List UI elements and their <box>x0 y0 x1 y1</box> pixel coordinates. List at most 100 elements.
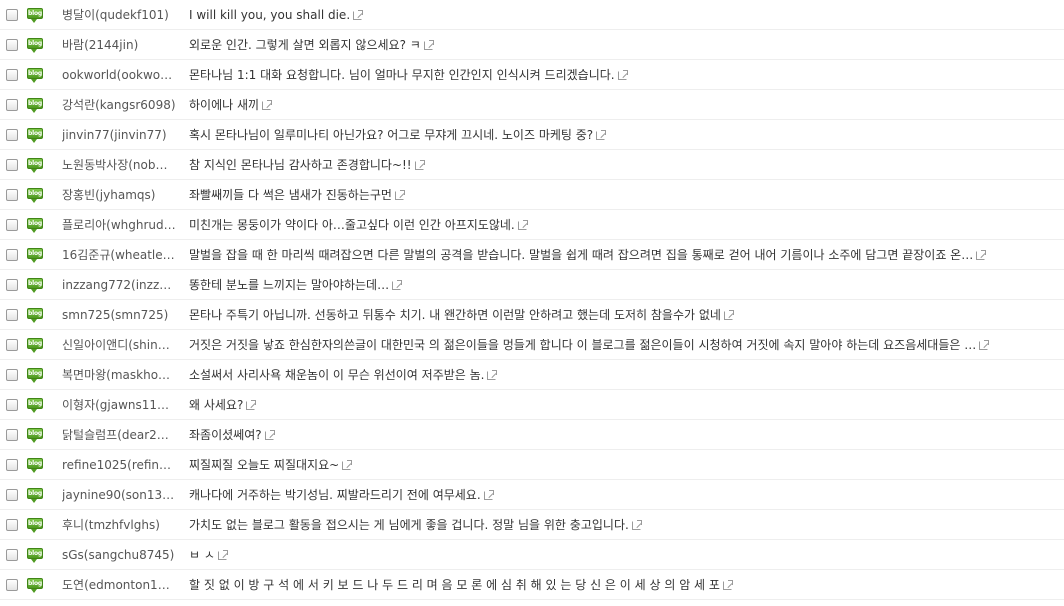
external-link-icon[interactable] <box>262 99 273 110</box>
list-item: blog inzzang772(inzza… 똥한테 분노를 느끼지는 말아야하는데… <box>0 270 1064 300</box>
select-checkbox[interactable] <box>6 159 18 171</box>
comment: 미친개는 몽둥이가 약이다 아…줄고싶다 이런 인간 아프지도않네. <box>189 218 528 232</box>
blog-icon[interactable]: blog <box>27 188 43 203</box>
comment-text: 외로운 인간. 그렇게 살면 외롭지 않으세요? ㅋ <box>189 38 421 52</box>
commenter-name-link[interactable]: 도연(edmonton10… <box>62 578 177 592</box>
external-link-icon[interactable] <box>264 429 275 440</box>
comment-text: 왜 사세요? <box>189 398 244 412</box>
select-checkbox[interactable] <box>6 279 18 291</box>
external-link-icon[interactable] <box>722 579 733 590</box>
blog-icon[interactable]: blog <box>27 158 43 173</box>
select-checkbox[interactable] <box>6 579 18 591</box>
commenter-name-link[interactable]: 이형자(gjawns11… <box>62 398 177 412</box>
select-checkbox[interactable] <box>6 429 18 441</box>
commenter-name-link[interactable]: ookworld(ookworld) <box>62 68 177 82</box>
commenter-name-link[interactable]: 후니(tmzhfvlghs) <box>62 518 177 532</box>
comment: 말벌을 잡을 때 한 마리씩 때려잡으면 다른 말벌의 공격을 받습니다. 말벌… <box>189 248 987 262</box>
blog-icon[interactable]: blog <box>27 458 43 473</box>
list-item: blog 노원동박사장(nob… 참 지식인 몬타나님 감사하고 존경합니다~!! <box>0 150 1064 180</box>
commenter-name-link[interactable]: refine1025(refine… <box>62 458 177 472</box>
select-checkbox[interactable] <box>6 519 18 531</box>
external-link-icon[interactable] <box>617 69 628 80</box>
external-link-icon[interactable] <box>979 339 990 350</box>
select-checkbox[interactable] <box>6 489 18 501</box>
comment-text: 할 짓 없 이 방 구 석 에 서 키 보 드 나 두 드 리 며 음 모 론 … <box>189 578 720 592</box>
external-link-icon[interactable] <box>353 9 364 20</box>
comment: 소설써서 사리사욕 채운놈이 이 무슨 위선이여 저주받은 놈. <box>189 368 498 382</box>
commenter-name-link[interactable]: jaynine90(son131… <box>62 488 177 502</box>
external-link-icon[interactable] <box>394 189 405 200</box>
list-item: blog 후니(tmzhfvlghs) 가치도 없는 블로그 활동을 접으시는 게 … <box>0 510 1064 540</box>
comment-text: 똥한테 분노를 느끼지는 말아야하는데… <box>189 278 390 292</box>
commenter-name-link[interactable]: 장홍빈(jyhamqs) <box>62 188 177 202</box>
comment: 몬타나님 1:1 대화 요청합니다. 님이 얼마나 무지한 인간인지 인식시켜 … <box>189 68 628 82</box>
commenter-name-link[interactable]: 16김준규(wheatle… <box>62 248 177 262</box>
comment: 캐나다에 거주하는 박기성님. 찌발라드리기 전에 여무세요. <box>189 488 494 502</box>
blog-icon[interactable]: blog <box>27 518 43 533</box>
external-link-icon[interactable] <box>723 309 734 320</box>
external-link-icon[interactable] <box>342 459 353 470</box>
blog-icon[interactable]: blog <box>27 38 43 53</box>
external-link-icon[interactable] <box>976 249 987 260</box>
select-checkbox[interactable] <box>6 249 18 261</box>
blog-icon[interactable]: blog <box>27 248 43 263</box>
blog-icon[interactable]: blog <box>27 578 43 593</box>
comment: 좌좀이셨쎄여? <box>189 428 275 442</box>
comment-text: 가치도 없는 블로그 활동을 접으시는 게 님에게 좋을 겁니다. 정말 님을 … <box>189 518 629 532</box>
select-checkbox[interactable] <box>6 219 18 231</box>
blog-icon[interactable]: blog <box>27 368 43 383</box>
select-checkbox[interactable] <box>6 9 18 21</box>
blog-icon[interactable]: blog <box>27 488 43 503</box>
commenter-name-link[interactable]: inzzang772(inzza… <box>62 278 177 292</box>
select-checkbox[interactable] <box>6 39 18 51</box>
select-checkbox[interactable] <box>6 339 18 351</box>
external-link-icon[interactable] <box>423 39 434 50</box>
external-link-icon[interactable] <box>483 489 494 500</box>
commenter-name-link[interactable]: 노원동박사장(nob… <box>62 158 177 172</box>
blog-icon[interactable]: blog <box>27 98 43 113</box>
list-item: blog 이형자(gjawns11… 왜 사세요? <box>0 390 1064 420</box>
blog-icon[interactable]: blog <box>27 338 43 353</box>
external-link-icon[interactable] <box>517 219 528 230</box>
commenter-name-link[interactable]: 닭털슬럼프(dear2… <box>62 428 177 442</box>
comment: 할 짓 없 이 방 구 석 에 서 키 보 드 나 두 드 리 며 음 모 론 … <box>189 578 733 592</box>
select-checkbox[interactable] <box>6 189 18 201</box>
external-link-icon[interactable] <box>596 129 607 140</box>
select-checkbox[interactable] <box>6 69 18 81</box>
select-checkbox[interactable] <box>6 549 18 561</box>
commenter-name-link[interactable]: 복면마왕(maskho… <box>62 368 177 382</box>
commenter-name-link[interactable]: 신일아이앤디(shin… <box>62 338 177 352</box>
blog-icon[interactable]: blog <box>27 398 43 413</box>
external-link-icon[interactable] <box>414 159 425 170</box>
select-checkbox[interactable] <box>6 129 18 141</box>
select-checkbox[interactable] <box>6 459 18 471</box>
external-link-icon[interactable] <box>246 399 257 410</box>
blog-icon[interactable]: blog <box>27 218 43 233</box>
comment-text: 소설써서 사리사욕 채운놈이 이 무슨 위선이여 저주받은 놈. <box>189 368 485 382</box>
blog-icon[interactable]: blog <box>27 128 43 143</box>
select-checkbox[interactable] <box>6 399 18 411</box>
commenter-name-link[interactable]: 플로리아(whghrud… <box>62 218 177 232</box>
commenter-name-link[interactable]: sGs(sangchu8745) <box>62 548 177 562</box>
comment-text: 미친개는 몽둥이가 약이다 아…줄고싶다 이런 인간 아프지도않네. <box>189 218 515 232</box>
blog-icon[interactable]: blog <box>27 428 43 443</box>
commenter-name-link[interactable]: 병달이(qudekf101) <box>62 8 177 22</box>
external-link-icon[interactable] <box>392 279 403 290</box>
commenter-name-link[interactable]: 강석란(kangsr6098) <box>62 98 177 112</box>
commenter-name-link[interactable]: 바람(2144jin) <box>62 38 177 52</box>
select-checkbox[interactable] <box>6 369 18 381</box>
comment-text: 혹시 몬타나님이 일루미나티 아닌가요? 어그로 무쟈게 끄시네. 노이즈 마케… <box>189 128 594 142</box>
commenter-name-link[interactable]: smn725(smn725) <box>62 308 177 322</box>
commenter-name-link[interactable]: jinvin77(jinvin77) <box>62 128 177 142</box>
comment: 혹시 몬타나님이 일루미나티 아닌가요? 어그로 무쟈게 끄시네. 노이즈 마케… <box>189 128 607 142</box>
select-checkbox[interactable] <box>6 309 18 321</box>
external-link-icon[interactable] <box>217 549 228 560</box>
blog-icon[interactable]: blog <box>27 278 43 293</box>
external-link-icon[interactable] <box>631 519 642 530</box>
blog-icon[interactable]: blog <box>27 548 43 563</box>
external-link-icon[interactable] <box>487 369 498 380</box>
blog-icon[interactable]: blog <box>27 308 43 323</box>
select-checkbox[interactable] <box>6 99 18 111</box>
blog-icon[interactable]: blog <box>27 8 43 23</box>
blog-icon[interactable]: blog <box>27 68 43 83</box>
